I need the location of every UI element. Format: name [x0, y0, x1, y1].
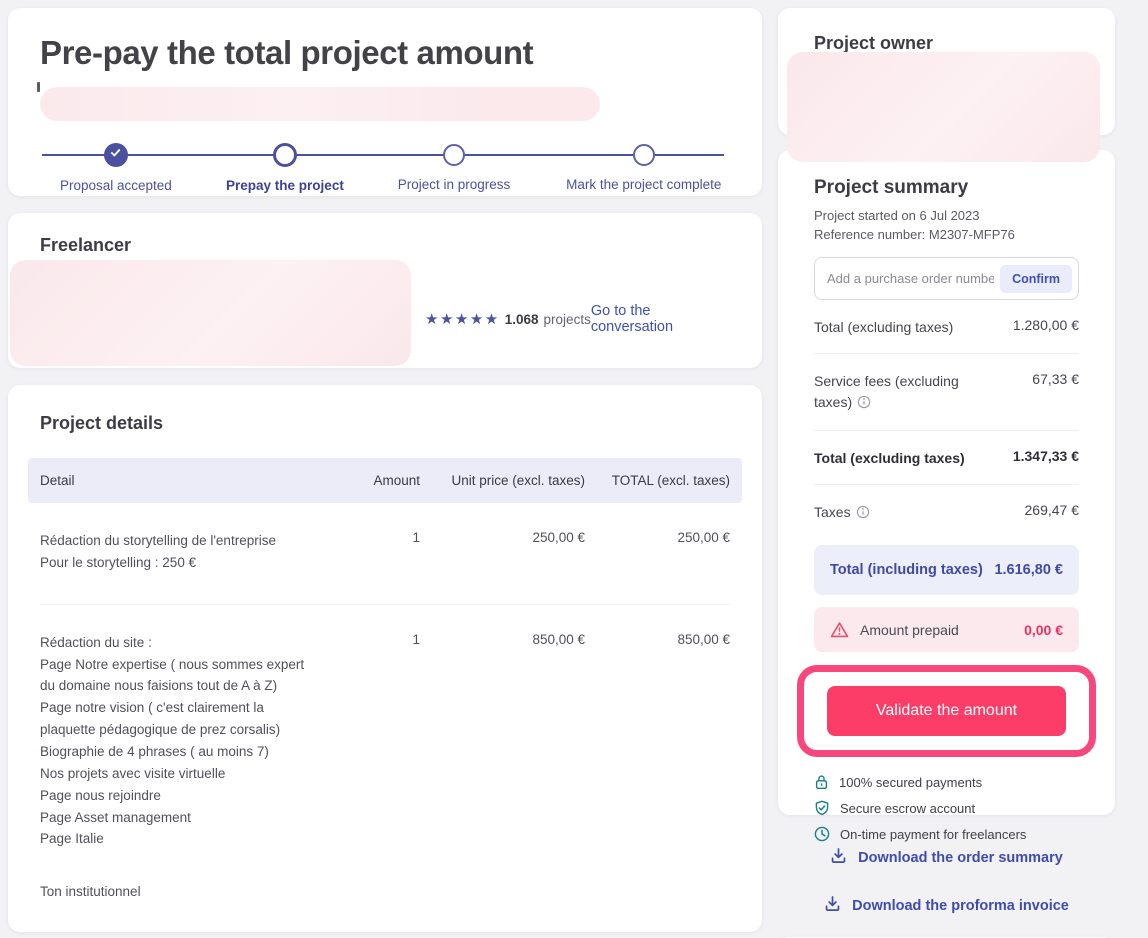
- summary-label: Total (excluding taxes): [814, 448, 965, 468]
- project-start-date: Project started on 6 Jul 2023: [814, 208, 1079, 223]
- freelancer-section-title: Freelancer: [40, 235, 730, 256]
- redacted-owner-identity: [787, 52, 1100, 162]
- check-icon: [109, 146, 122, 164]
- col-header-detail: Detail: [40, 473, 340, 488]
- step-label: Proposal accepted: [21, 178, 211, 193]
- step-current-dot: [273, 143, 297, 167]
- row-total: 850,00 €: [585, 632, 730, 903]
- header-card: Pre-pay the total project amount Proposa…: [8, 8, 762, 196]
- project-summary-title: Project summary: [814, 177, 1079, 199]
- summary-value: 67,33 €: [1032, 371, 1079, 414]
- prepay-project-page: Pre-pay the total project amount Proposa…: [0, 0, 1148, 938]
- details-table-header: Detail Amount Unit price (excl. taxes) T…: [28, 458, 742, 503]
- step-todo-dot: [633, 144, 655, 166]
- download-link-label: Download the order summary: [858, 850, 1063, 866]
- step-label: Project in progress: [359, 177, 549, 192]
- col-header-amount: Amount: [340, 473, 420, 488]
- row-detail: Rédaction du site :Page Notre expertise …: [40, 632, 340, 903]
- row-detail: Rédaction du storytelling de l'entrepris…: [40, 530, 340, 574]
- shield-check-icon: [814, 800, 830, 816]
- info-icon[interactable]: [856, 504, 870, 524]
- progress-stepper: Proposal accepted Prepay the project Pro…: [40, 143, 730, 201]
- summary-label: Service fees (excluding taxes): [814, 373, 959, 409]
- step-mark-complete: Mark the project complete: [549, 143, 739, 192]
- freelancer-meta: ★★★★★ 1.068 projects Go to the conversat…: [425, 303, 732, 335]
- row-total: 250,00 €: [585, 530, 730, 574]
- projects-count: 1.068: [505, 312, 539, 327]
- assurance-item: 100% secured payments: [814, 774, 1079, 790]
- summary-value: 269,47 €: [1025, 502, 1080, 524]
- page-title: Pre-pay the total project amount: [40, 34, 730, 72]
- amount-prepaid-box: Amount prepaid 0,00 €: [814, 607, 1079, 652]
- sidebar-column: Project owner Project summary Project st…: [778, 8, 1115, 938]
- validate-amount-button[interactable]: Validate the amount: [827, 686, 1066, 736]
- summary-label: Total (excluding taxes): [814, 317, 953, 337]
- col-header-unit-price: Unit price (excl. taxes): [420, 473, 585, 488]
- total-incl-value: 1.616,80 €: [994, 562, 1063, 578]
- warning-icon: [830, 621, 849, 638]
- freelancer-card: Freelancer ★★★★★ 1.068 projects Go to th…: [8, 213, 762, 368]
- step-label: Mark the project complete: [549, 177, 739, 192]
- total-including-taxes-box: Total (including taxes) 1.616,80 €: [814, 545, 1079, 595]
- assurance-list: 100% secured payments Secure escrow acco…: [814, 774, 1079, 842]
- redacted-freelancer-identity: [10, 260, 411, 366]
- redacted-project-name: [40, 87, 600, 121]
- assurance-label: 100% secured payments: [839, 775, 982, 790]
- prepaid-label: Amount prepaid: [860, 622, 959, 638]
- summary-label: Taxes: [814, 504, 851, 520]
- assurance-label: Secure escrow account: [840, 801, 975, 816]
- star-rating-icon: ★★★★★: [425, 310, 500, 328]
- summary-value: 1.280,00 €: [1013, 317, 1079, 337]
- purchase-order-input[interactable]: [827, 271, 994, 286]
- download-icon: [824, 895, 841, 916]
- row-unit-price: 850,00 €: [420, 632, 585, 903]
- step-todo-dot: [443, 144, 465, 166]
- summary-value: 1.347,33 €: [1013, 448, 1079, 468]
- step-prepay-project: Prepay the project: [190, 143, 380, 193]
- project-details-title: Project details: [40, 413, 730, 434]
- project-summary-card: Project summary Project started on 6 Jul…: [778, 150, 1115, 815]
- total-incl-label: Total (including taxes): [830, 562, 983, 578]
- download-order-summary-link[interactable]: Download the order summary: [830, 847, 1063, 868]
- reference-number: Reference number: M2307-MFP76: [814, 227, 1079, 242]
- project-details-card: Project details Detail Amount Unit price…: [8, 385, 762, 932]
- step-proposal-accepted: Proposal accepted: [21, 143, 211, 193]
- lock-icon: [814, 774, 829, 790]
- go-to-conversation-link[interactable]: Go to the conversation: [591, 303, 732, 335]
- summary-line-service-fees: Service fees (excluding taxes) 67,33 €: [814, 354, 1079, 431]
- download-icon: [830, 847, 847, 868]
- project-owner-title: Project owner: [814, 33, 1079, 54]
- row-unit-price: 250,00 €: [420, 530, 585, 574]
- step-project-in-progress: Project in progress: [359, 143, 549, 192]
- highlight-annotation: Validate the amount: [797, 665, 1096, 757]
- info-icon[interactable]: [857, 394, 871, 414]
- download-link-label: Download the proforma invoice: [852, 898, 1069, 914]
- projects-label: projects: [544, 312, 591, 327]
- clock-icon: [814, 826, 830, 842]
- col-header-total: TOTAL (excl. taxes): [585, 473, 730, 488]
- assurance-label: On-time payment for freelancers: [840, 827, 1026, 842]
- table-row: Rédaction du storytelling de l'entrepris…: [40, 503, 730, 605]
- purchase-order-box: Confirm: [814, 257, 1079, 300]
- step-done-dot: [104, 143, 128, 167]
- download-proforma-invoice-link[interactable]: Download the proforma invoice: [824, 895, 1069, 916]
- summary-line-total-excl-bold: Total (excluding taxes) 1.347,33 €: [814, 431, 1079, 485]
- step-label: Prepay the project: [190, 178, 380, 193]
- assurance-item: On-time payment for freelancers: [814, 826, 1079, 842]
- row-amount: 1: [340, 632, 420, 903]
- assurance-item: Secure escrow account: [814, 800, 1079, 816]
- main-column: Pre-pay the total project amount Proposa…: [8, 8, 762, 938]
- summary-line-taxes: Taxes 269,47 €: [814, 485, 1079, 540]
- freelancer-rating: ★★★★★ 1.068 projects: [425, 310, 591, 328]
- summary-line-total-excl: Total (excluding taxes) 1.280,00 €: [814, 300, 1079, 354]
- prepaid-value: 0,00 €: [1024, 622, 1063, 638]
- row-amount: 1: [340, 530, 420, 574]
- confirm-button[interactable]: Confirm: [1000, 265, 1072, 293]
- table-row: Rédaction du site :Page Notre expertise …: [40, 605, 730, 932]
